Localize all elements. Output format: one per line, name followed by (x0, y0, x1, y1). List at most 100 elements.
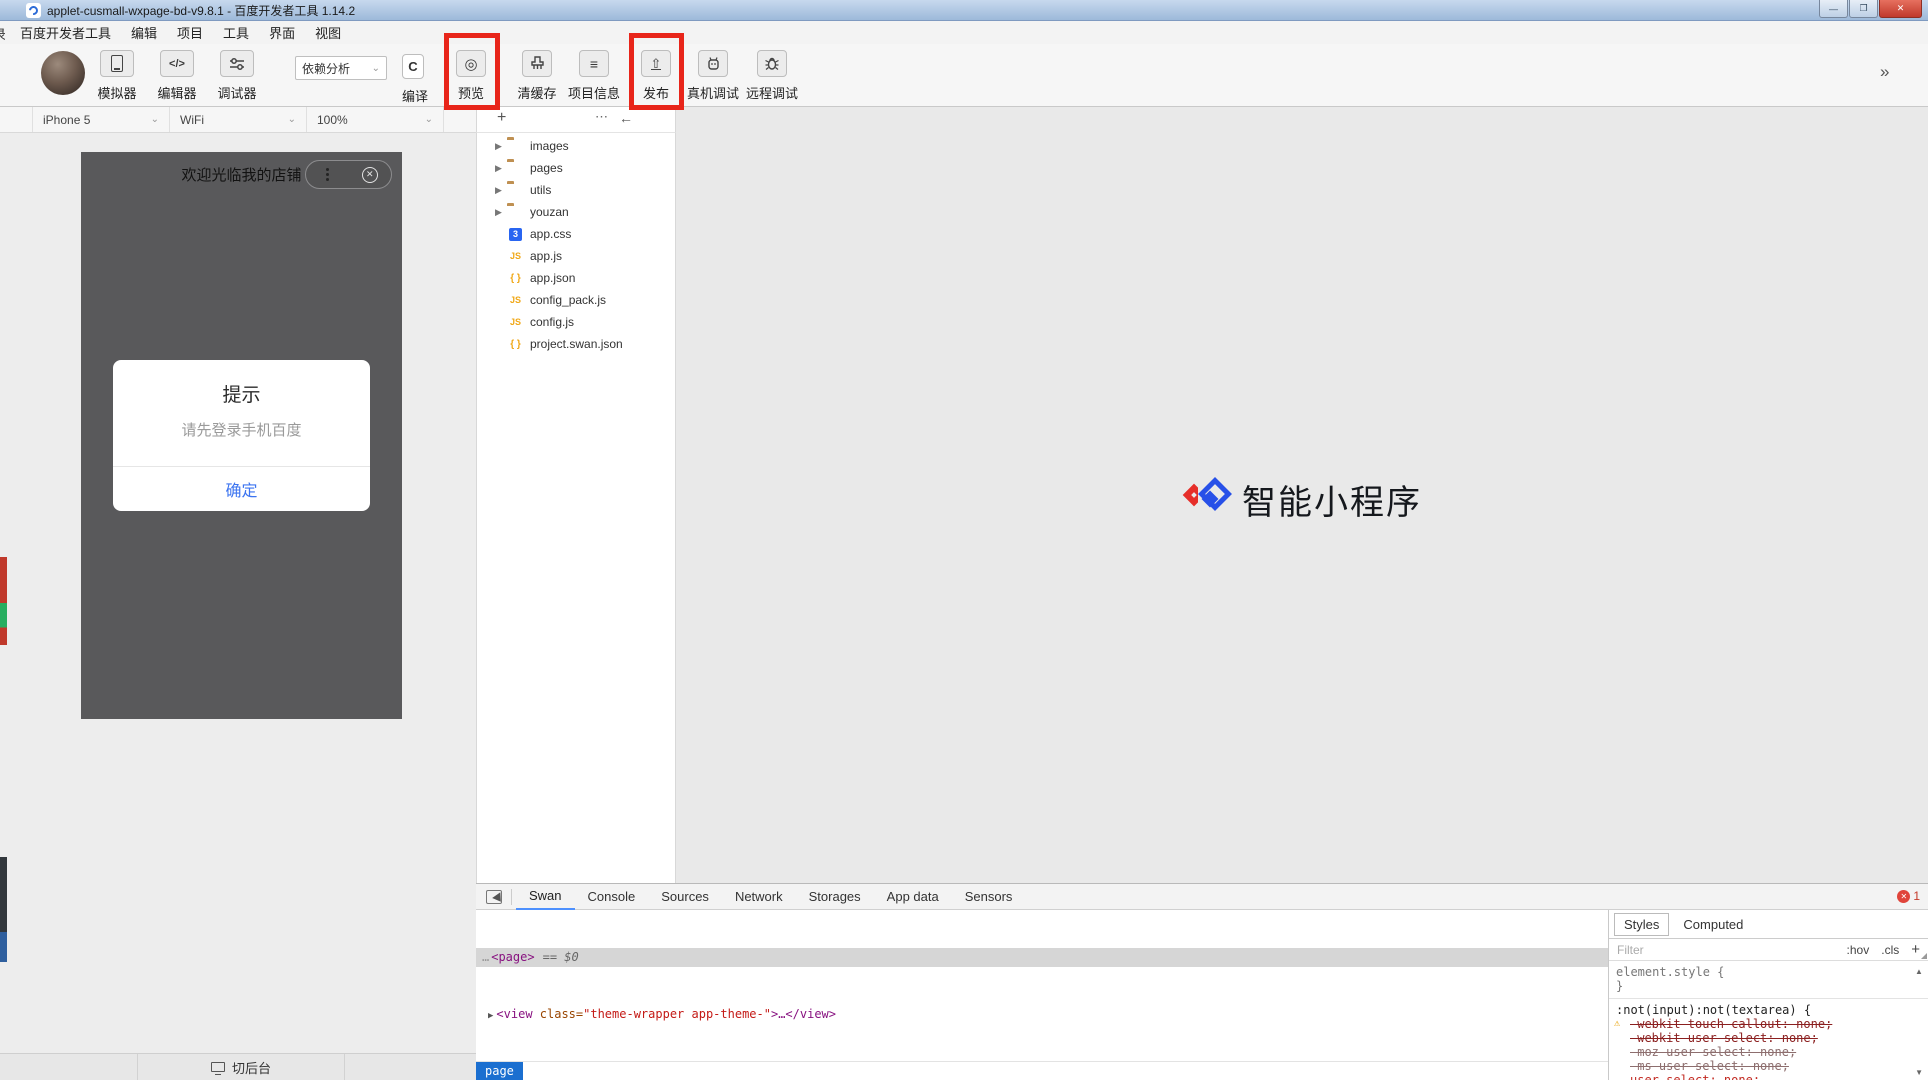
menu-app[interactable]: 百度开发者工具 (20, 23, 111, 42)
json-file-icon: { } (507, 338, 524, 351)
menu-tools[interactable]: 工具 (223, 23, 249, 42)
device-bar: iPhone 5 ⌄ WiFi ⌄ 100% ⌄ (0, 107, 476, 133)
tree-folder-youzan[interactable]: ▶ youzan (477, 201, 675, 223)
clipped-background-text: 录 (0, 24, 5, 43)
tab-storages[interactable]: Storages (796, 884, 874, 910)
annotation-box-preview (444, 33, 500, 110)
device-select[interactable]: iPhone 5 ⌄ (33, 107, 170, 132)
js-file-icon: JS (507, 316, 524, 329)
more-options-button[interactable]: ⋯ (595, 109, 609, 125)
tree-file-projectswanjson[interactable]: { } project.swan.json (477, 333, 675, 355)
network-select[interactable]: WiFi ⌄ (170, 107, 307, 132)
screen-edge-artifact (0, 932, 7, 962)
expand-icon[interactable]: ▶ (495, 207, 507, 218)
debugger-toggle-button[interactable]: 调试器 (192, 50, 282, 102)
screen-edge-artifact (0, 857, 7, 932)
tree-file-configjs[interactable]: JS config.js (477, 311, 675, 333)
toggle-hover-state-button[interactable]: :hov (1847, 943, 1870, 957)
tree-file-configpackjs[interactable]: JS config_pack.js (477, 289, 675, 311)
tree-folder-images[interactable]: ▶ images (477, 135, 675, 157)
sliders-icon (229, 57, 245, 71)
file-tree-header: + ⋯ ← (476, 107, 676, 133)
compile-button[interactable]: C (402, 54, 424, 79)
more-menu-button[interactable] (306, 168, 349, 181)
phone-icon (111, 55, 123, 72)
compile-mode-select[interactable]: 依赖分析 ⌄ (295, 56, 387, 80)
toolbar: 模拟器 </> 编辑器 调试器 依赖分析 ⌄ C 编译 ◎ 预览 (0, 44, 1928, 107)
error-icon: ✕ (1897, 890, 1910, 903)
element-child-row[interactable]: ▶<view class="theme-wrapper app-theme-">… (476, 1005, 1608, 1026)
tree-file-appcss[interactable]: 3 app.css (477, 223, 675, 245)
toggle-class-button[interactable]: .cls (1881, 943, 1899, 957)
tab-appdata[interactable]: App data (874, 884, 952, 910)
element-style-rule: element.style { } (1609, 961, 1928, 999)
collapse-panel-button[interactable]: ← (619, 110, 633, 126)
smart-program-logo-icon (1182, 478, 1230, 522)
tab-console[interactable]: Console (575, 884, 649, 910)
menu-interface[interactable]: 界面 (269, 23, 295, 42)
add-file-button[interactable]: + (497, 109, 506, 127)
window-title: applet-cusmall-wxpage-bd-v9.8.1 - 百度开发者工… (47, 2, 355, 19)
elements-tree: …<page>== $0 ▶<view class="theme-wrapper… (476, 910, 1608, 1080)
remote-debug-button[interactable]: 远程调试 (727, 50, 817, 102)
styles-filter-input[interactable] (1617, 943, 1767, 957)
tab-network[interactable]: Network (722, 884, 796, 910)
alert-dialog: 提示 请先登录手机百度 确定 (113, 360, 370, 511)
css-property-row[interactable]: user-select: none; (1616, 1073, 1928, 1080)
robot-icon (706, 56, 721, 71)
inspect-element-icon[interactable] (486, 890, 502, 904)
capsule-menu: ✕ (305, 160, 392, 189)
css-property-row[interactable]: ⚠-webkit-touch-callout: none; (1616, 1017, 1928, 1031)
editor-canvas: 智能小程序 (676, 107, 1928, 883)
close-app-button[interactable]: ✕ (349, 167, 392, 183)
tab-styles[interactable]: Styles (1614, 913, 1669, 936)
expand-arrow-icon[interactable]: ▶ (488, 1011, 493, 1021)
minimize-button[interactable]: — (1819, 0, 1848, 18)
css-file-icon: 3 (509, 228, 522, 241)
new-style-rule-button[interactable]: + (1911, 941, 1920, 958)
chevron-down-icon: ⌄ (151, 114, 159, 125)
switch-background-button[interactable]: 切后台 (138, 1054, 345, 1080)
maximize-button[interactable]: ❐ (1849, 0, 1878, 18)
tree-folder-pages[interactable]: ▶ pages (477, 157, 675, 179)
element-selected-row[interactable]: …<page>== $0 (476, 948, 1608, 967)
tab-swan[interactable]: Swan (516, 884, 575, 910)
js-file-icon: JS (507, 294, 524, 307)
menu-project[interactable]: 项目 (177, 23, 203, 42)
simulator-footer-bar: 切后台 (0, 1053, 476, 1080)
chevron-down-icon: ⌄ (425, 114, 433, 125)
css-property-row[interactable]: -webkit-user-select: none; (1616, 1031, 1928, 1045)
tree-file-appjson[interactable]: { } app.json (477, 267, 675, 289)
chevron-down-icon: ⌄ (372, 63, 380, 74)
styles-scrollbar[interactable]: ▲ (1912, 967, 1926, 1079)
breadcrumb-page[interactable]: page (476, 1062, 523, 1080)
expand-icon[interactable]: ▶ (495, 163, 507, 174)
phone-nav-bar: 欢迎光临我的店铺 ✕ (81, 152, 402, 197)
warning-icon: ⚠ (1614, 1017, 1620, 1031)
menu-view[interactable]: 视图 (315, 23, 341, 42)
expand-icon[interactable]: ▶ (495, 141, 507, 152)
tab-sensors[interactable]: Sensors (952, 884, 1026, 910)
close-button[interactable]: ✕ (1879, 0, 1922, 18)
zoom-select[interactable]: 100% ⌄ (307, 107, 444, 132)
tree-folder-utils[interactable]: ▶ utils (477, 179, 675, 201)
toolbar-overflow-button[interactable]: » (1880, 62, 1889, 82)
menu-edit[interactable]: 编辑 (131, 23, 157, 42)
expand-icon[interactable]: ▶ (495, 185, 507, 196)
error-count-badge[interactable]: ✕ 1 (1897, 889, 1920, 903)
code-icon: </> (169, 58, 185, 70)
dialog-confirm-button[interactable]: 确定 (113, 466, 370, 511)
json-file-icon: { } (507, 272, 524, 285)
css-property-row[interactable]: -moz-user-select: none; (1616, 1045, 1928, 1059)
scroll-down-icon[interactable]: ▼ (1915, 1068, 1923, 1077)
compile-icon: C (408, 59, 417, 74)
resize-grip-icon[interactable] (1921, 953, 1927, 959)
scroll-up-icon[interactable]: ▲ (1912, 967, 1926, 976)
tab-computed[interactable]: Computed (1674, 914, 1752, 935)
styles-filter-bar: :hov .cls + (1609, 939, 1928, 961)
tree-file-appjs[interactable]: JS app.js (477, 245, 675, 267)
tab-sources[interactable]: Sources (648, 884, 722, 910)
dialog-message: 请先登录手机百度 (113, 419, 370, 440)
css-property-row[interactable]: -ms-user-select: none; (1616, 1059, 1928, 1073)
simulator-panel: 欢迎光临我的店铺 ✕ 提示 请先登录手机百度 确定 (0, 133, 476, 1080)
